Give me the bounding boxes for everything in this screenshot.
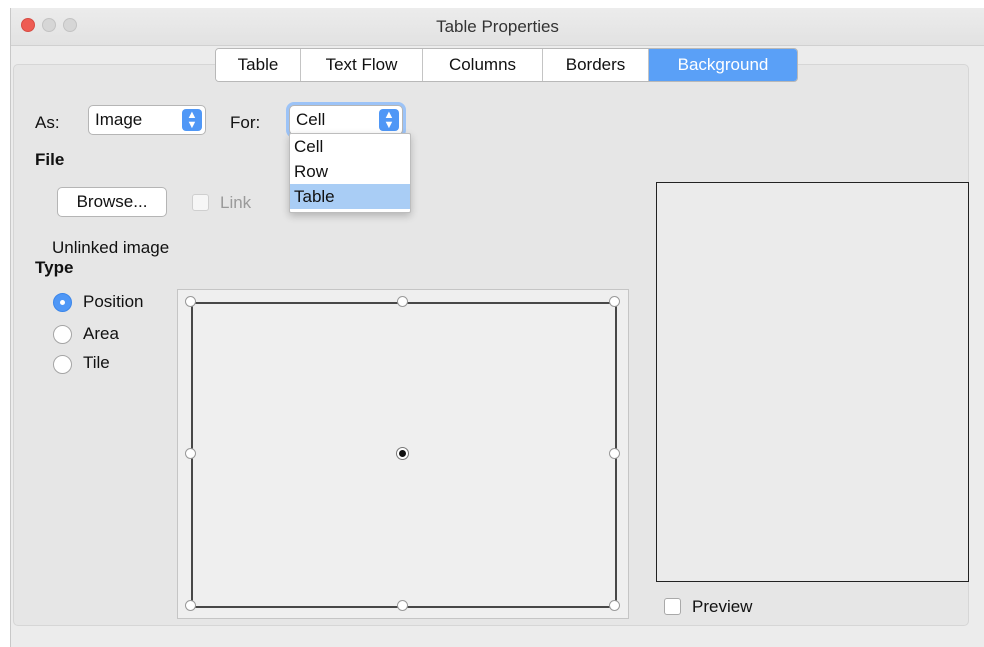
anchor-bottom-right[interactable] bbox=[609, 600, 620, 611]
title-bar: Table Properties bbox=[11, 8, 984, 46]
tab-text-flow[interactable]: Text Flow bbox=[301, 49, 423, 81]
tab-columns[interactable]: Columns bbox=[423, 49, 543, 81]
anchor-center[interactable] bbox=[397, 448, 408, 459]
type-heading: Type bbox=[35, 258, 74, 277]
preview-checkbox[interactable] bbox=[664, 598, 681, 615]
radio-tile-label: Tile bbox=[83, 353, 110, 372]
tab-background[interactable]: Background bbox=[649, 49, 797, 81]
radio-position[interactable] bbox=[53, 293, 72, 312]
for-label: For: bbox=[230, 113, 261, 132]
radio-tile[interactable] bbox=[53, 355, 72, 374]
as-label: As: bbox=[35, 113, 60, 132]
image-status-text: Unlinked image bbox=[52, 238, 170, 257]
file-heading: File bbox=[35, 150, 65, 169]
anchor-top-center[interactable] bbox=[397, 296, 408, 307]
tab-bar: Table Text Flow Columns Borders Backgrou… bbox=[215, 48, 798, 82]
anchor-top-right[interactable] bbox=[609, 296, 620, 307]
for-select-value: Cell bbox=[296, 110, 326, 129]
as-select-value: Image bbox=[95, 110, 143, 129]
link-checkbox[interactable] bbox=[192, 194, 209, 211]
anchor-bottom-center[interactable] bbox=[397, 600, 408, 611]
dropdown-option-row[interactable]: Row bbox=[290, 159, 410, 184]
for-dropdown-menu: Cell Row Table bbox=[289, 133, 411, 213]
radio-area[interactable] bbox=[53, 325, 72, 344]
radio-area-label: Area bbox=[83, 324, 119, 343]
radio-position-label: Position bbox=[83, 292, 144, 311]
anchor-middle-left[interactable] bbox=[185, 448, 196, 459]
link-label: Link bbox=[220, 193, 252, 212]
dropdown-option-table[interactable]: Table bbox=[290, 184, 410, 209]
anchor-bottom-left[interactable] bbox=[185, 600, 196, 611]
for-select[interactable]: Cell ▲ ▼ bbox=[289, 105, 403, 135]
chevron-updown-icon: ▲ ▼ bbox=[182, 109, 202, 131]
tab-borders[interactable]: Borders bbox=[543, 49, 649, 81]
dropdown-option-cell[interactable]: Cell bbox=[290, 134, 410, 159]
preview-label: Preview bbox=[692, 597, 753, 616]
as-select[interactable]: Image ▲ ▼ bbox=[88, 105, 206, 135]
preview-area bbox=[656, 182, 969, 582]
anchor-middle-right[interactable] bbox=[609, 448, 620, 459]
window-title: Table Properties bbox=[436, 17, 559, 36]
tab-table[interactable]: Table bbox=[216, 49, 301, 81]
browse-button[interactable]: Browse... bbox=[57, 187, 167, 217]
anchor-top-left[interactable] bbox=[185, 296, 196, 307]
chevron-updown-icon: ▲ ▼ bbox=[379, 109, 399, 131]
